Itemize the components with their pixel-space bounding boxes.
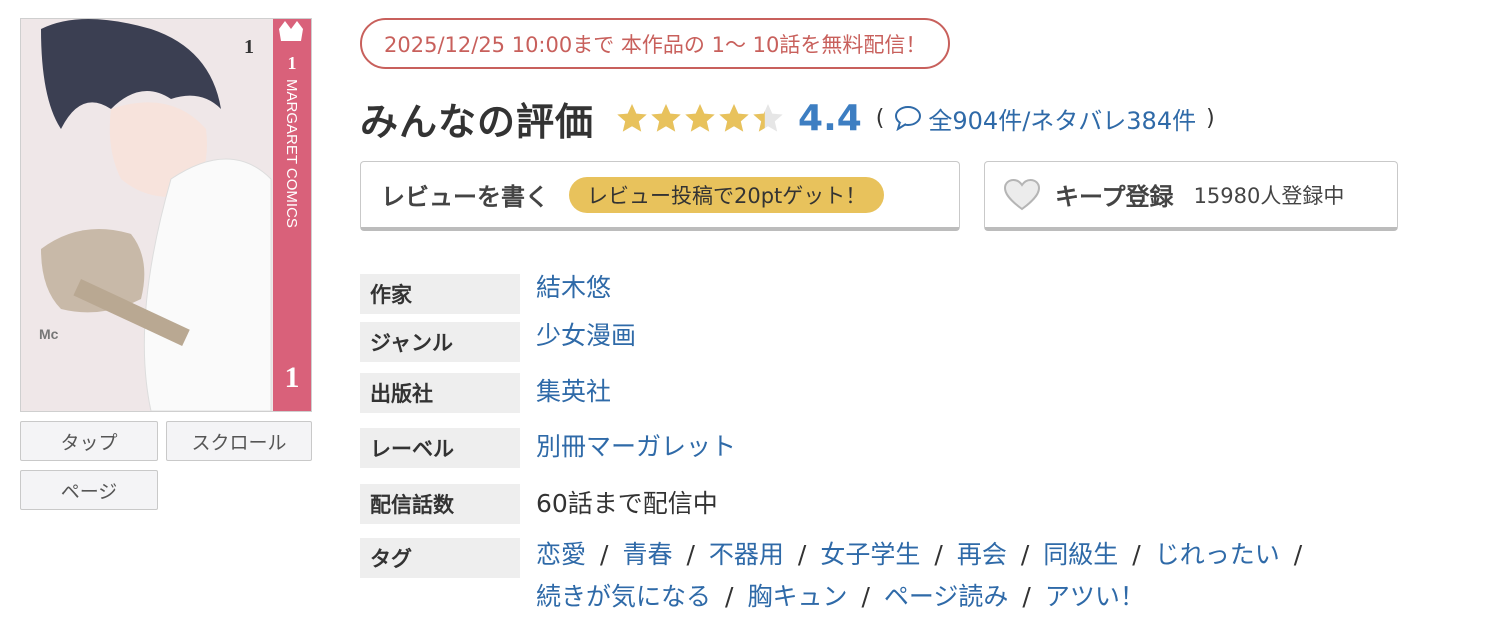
author-label: 作家 bbox=[360, 274, 520, 314]
cover-series-logo: MARGARET COMICS bbox=[283, 79, 300, 228]
scroll-mode-button[interactable]: スクロール bbox=[166, 421, 312, 461]
cover-volume-small: 1 bbox=[244, 36, 254, 58]
tag-link[interactable]: ページ読み bbox=[884, 582, 1009, 611]
tag-separator: / bbox=[1022, 582, 1031, 611]
reviews-count-text: 全904件/ネタバレ384件 bbox=[928, 106, 1197, 135]
star-icon bbox=[753, 104, 783, 132]
open-paren: ( bbox=[875, 105, 885, 131]
cover-volume-top: 1 bbox=[288, 53, 297, 73]
review-bonus-pill: レビュー投稿で20ptゲット！ bbox=[569, 176, 885, 213]
imprint-label: レーベル bbox=[360, 428, 520, 468]
tag-link[interactable]: じれったい bbox=[1155, 540, 1280, 569]
star-icon bbox=[617, 104, 647, 132]
keep-label: キープ登録 bbox=[1055, 183, 1174, 211]
page-mode-button[interactable]: ページ bbox=[20, 470, 158, 510]
tag-link[interactable]: 女子学生 bbox=[820, 540, 920, 569]
tag-separator: / bbox=[725, 582, 734, 611]
campaign-banner: 2025/12/25 10:00まで 本作品の 1〜 10話を無料配信！ bbox=[360, 18, 951, 69]
tag-link[interactable]: 不器用 bbox=[709, 540, 784, 569]
tag-separator: / bbox=[686, 540, 695, 569]
tag-separator: / bbox=[797, 540, 807, 569]
reviews-link[interactable]: 全904件/ネタバレ384件 bbox=[894, 101, 1196, 136]
episodes-value: 60話まで配信中 bbox=[536, 489, 718, 518]
genre-label: ジャンル bbox=[360, 322, 520, 362]
tag-separator: / bbox=[1293, 540, 1303, 569]
cover-image[interactable]: 1 MARGARET COMICS 1 1 Mc bbox=[20, 18, 312, 412]
star-icon bbox=[685, 104, 715, 132]
rating-row: みんなの評価 4.4 ( 全904件/ネタバレ384件 ) bbox=[360, 90, 1215, 146]
tags-label: タグ bbox=[360, 538, 520, 578]
tag-link[interactable]: 胸キュン bbox=[747, 582, 847, 611]
write-review-button[interactable]: レビューを書く レビュー投稿で20ptゲット！ bbox=[360, 161, 960, 231]
tag-link[interactable]: 恋愛 bbox=[536, 540, 586, 569]
close-paren: ) bbox=[1206, 105, 1215, 131]
rating-score: 4.4 bbox=[798, 97, 862, 139]
tag-separator: / bbox=[600, 540, 609, 569]
cover-publisher-mark: Mc bbox=[39, 326, 59, 342]
tag-separator: / bbox=[1020, 540, 1030, 569]
cover-volume-bottom: 1 bbox=[285, 361, 300, 394]
keep-count: 15980人登録中 bbox=[1193, 183, 1345, 208]
keep-button[interactable]: キープ登録 15980人登録中 bbox=[984, 161, 1398, 231]
imprint-link[interactable]: 別冊マーガレット bbox=[536, 429, 736, 465]
tag-link[interactable]: 再会 bbox=[957, 540, 1007, 569]
tag-link[interactable]: 同級生 bbox=[1043, 540, 1118, 569]
tag-link[interactable]: 青春 bbox=[622, 540, 672, 569]
star-icon bbox=[651, 104, 681, 132]
campaign-text: 2025/12/25 10:00まで 本作品の 1〜 10話を無料配信！ bbox=[384, 32, 927, 57]
genre-link[interactable]: 少女漫画 bbox=[536, 318, 636, 354]
publisher-link[interactable]: 集英社 bbox=[536, 374, 611, 410]
publisher-label: 出版社 bbox=[360, 373, 520, 413]
tap-mode-button[interactable]: タップ bbox=[20, 421, 158, 461]
rating-title: みんなの評価 bbox=[360, 99, 595, 144]
tag-link[interactable]: 続きが気になる bbox=[536, 582, 711, 611]
star-rating bbox=[616, 103, 786, 133]
heart-icon bbox=[1003, 178, 1041, 210]
write-review-label: レビューを書く bbox=[381, 183, 549, 211]
tag-separator: / bbox=[861, 582, 870, 611]
tag-list: 恋愛 / 青春 / 不器用 / 女子学生 / 再会 / 同級生 / じれったい / 続きが気になる / 胸キュン… bbox=[536, 534, 1416, 618]
tag-separator: / bbox=[934, 540, 943, 569]
author-link[interactable]: 結木悠 bbox=[536, 270, 611, 306]
tag-link[interactable]: アツい！ bbox=[1045, 582, 1145, 611]
star-icon bbox=[719, 104, 749, 132]
speech-bubble-icon bbox=[895, 106, 922, 131]
episodes-label: 配信話数 bbox=[360, 484, 520, 524]
tag-separator: / bbox=[1132, 540, 1141, 569]
